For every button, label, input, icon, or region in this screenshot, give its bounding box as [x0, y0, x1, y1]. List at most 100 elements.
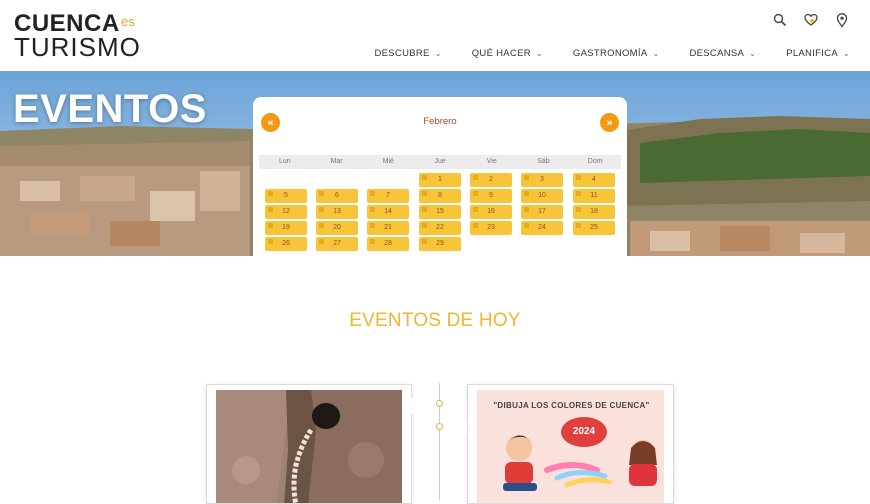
calendar-day[interactable]: 6	[316, 189, 358, 203]
calendar-day[interactable]: 12	[265, 205, 307, 219]
calendar-next-button[interactable]: »	[600, 113, 619, 132]
chevron-down-icon: ⌄	[652, 49, 660, 58]
day-number: 6	[335, 192, 339, 199]
nav-que-hacer[interactable]: QUÉ HACER ⌄	[472, 48, 543, 59]
nav-planifica[interactable]: PLANIFICA ⌄	[786, 48, 850, 59]
day-number: 12	[282, 208, 290, 215]
chevron-down-icon: ⌄	[842, 49, 850, 58]
event-flag-icon	[370, 223, 375, 228]
calendar-day[interactable]: 23	[470, 221, 512, 235]
calendar-day[interactable]: 24	[521, 221, 563, 235]
day-number: 17	[538, 208, 546, 215]
card-pointer	[410, 397, 428, 415]
calendar-day[interactable]: 28	[367, 237, 409, 251]
calendar-weekdays: Lun Mar Mié Jue Vie Sáb Dom	[259, 155, 621, 169]
day-number: 29	[436, 240, 444, 247]
calendar-day[interactable]: 22	[419, 221, 461, 235]
day-number: 14	[384, 208, 392, 215]
calendar-day[interactable]: 14	[367, 205, 409, 219]
nav-label: PLANIFICA	[786, 48, 838, 59]
day-number: 24	[538, 224, 546, 231]
event-card[interactable]	[206, 384, 412, 504]
calendar-day[interactable]: 15	[419, 205, 461, 219]
calendar-day[interactable]: 1	[419, 173, 461, 187]
event-flag-icon	[524, 207, 529, 212]
calendar-day[interactable]: 27	[316, 237, 358, 251]
nav-gastronomia[interactable]: GASTRONOMÍA ⌄	[573, 48, 660, 59]
page-title: EVENTOS	[13, 87, 207, 131]
logo-turismo: TURISMO	[14, 32, 141, 62]
event-image[interactable]	[216, 390, 402, 503]
poster-illustration	[503, 435, 657, 491]
calendar-day[interactable]: 8	[419, 189, 461, 203]
event-flag-icon	[370, 207, 375, 212]
event-flag-icon	[422, 223, 427, 228]
calendar-day[interactable]: 18	[573, 205, 615, 219]
day-number: 27	[333, 240, 341, 247]
day-number: 16	[487, 208, 495, 215]
event-flag-icon	[576, 191, 581, 196]
day-number: 21	[384, 224, 392, 231]
event-flag-icon	[370, 239, 375, 244]
calendar-month: Febrero	[423, 116, 457, 127]
nav-label: GASTRONOMÍA	[572, 48, 648, 59]
calendar-day[interactable]: 21	[367, 221, 409, 235]
day-number: 19	[282, 224, 290, 231]
event-poster[interactable]: "DIBUJA LOS COLORES DE CUENCA" 2024	[477, 390, 664, 503]
day-number: 25	[590, 224, 598, 231]
search-icon[interactable]	[772, 12, 788, 28]
day-number: 15	[436, 208, 444, 215]
nav-descansa[interactable]: DESCANSA ⌄	[690, 48, 757, 59]
chevron-down-icon: ⌄	[535, 49, 543, 58]
day-number: 23	[487, 224, 495, 231]
map-pin-icon[interactable]	[834, 12, 850, 28]
weekday-label: Dom	[587, 158, 603, 165]
weekday-label: Mar	[330, 158, 343, 165]
calendar-day[interactable]: 9	[470, 189, 512, 203]
calendar-day[interactable]: 25	[573, 221, 615, 235]
chevron-down-icon: ⌄	[749, 49, 757, 58]
day-number: 10	[538, 192, 546, 199]
event-flag-icon	[422, 239, 427, 244]
event-flag-icon	[524, 223, 529, 228]
site-logo[interactable]: CUENCA es TURISMO	[14, 10, 154, 62]
calendar-day[interactable]: 29	[419, 237, 461, 251]
calendar-day[interactable]: 10	[521, 189, 563, 203]
event-flag-icon	[576, 223, 581, 228]
calendar-day[interactable]: 16	[470, 205, 512, 219]
main-nav: DESCUBRE ⌄ QUÉ HACER ⌄ GASTRONOMÍA ⌄ DESCAN…	[345, 48, 851, 59]
heart-icon[interactable]	[803, 12, 819, 28]
calendar-day[interactable]: 4	[573, 173, 615, 187]
calendar-day[interactable]: 11	[573, 189, 615, 203]
nav-descubre[interactable]: DESCUBRE ⌄	[375, 48, 442, 59]
calendar-day[interactable]: 3	[521, 173, 563, 187]
nav-label: QUÉ HACER	[471, 48, 531, 59]
day-number: 9	[489, 192, 493, 199]
event-flag-icon	[422, 175, 427, 180]
event-flag-icon	[268, 223, 273, 228]
calendar-day[interactable]: 17	[521, 205, 563, 219]
event-flag-icon	[370, 191, 375, 196]
calendar-day[interactable]: 19	[265, 221, 307, 235]
calendar-day[interactable]: 13	[316, 205, 358, 219]
weekday-label: Lun	[279, 158, 291, 165]
calendar-day[interactable]: 7	[367, 189, 409, 203]
nav-label: DESCANSA	[689, 48, 745, 59]
day-number: 3	[540, 176, 544, 183]
calendar-day[interactable]: 20	[316, 221, 358, 235]
card-pointer	[449, 419, 467, 437]
event-flag-icon	[473, 223, 478, 228]
day-number: 22	[436, 224, 444, 231]
day-number: 13	[333, 208, 341, 215]
day-number: 7	[386, 192, 390, 199]
calendar-day[interactable]: 26	[265, 237, 307, 251]
event-flag-icon	[473, 175, 478, 180]
day-number: 5	[284, 192, 288, 199]
day-number: 26	[282, 240, 290, 247]
weekday-label: Sáb	[537, 158, 550, 165]
event-card[interactable]: "DIBUJA LOS COLORES DE CUENCA" 2024	[467, 384, 674, 504]
calendar-day[interactable]: 5	[265, 189, 307, 203]
timeline-dot	[436, 400, 443, 407]
day-number: 4	[592, 176, 596, 183]
calendar-day[interactable]: 2	[470, 173, 512, 187]
